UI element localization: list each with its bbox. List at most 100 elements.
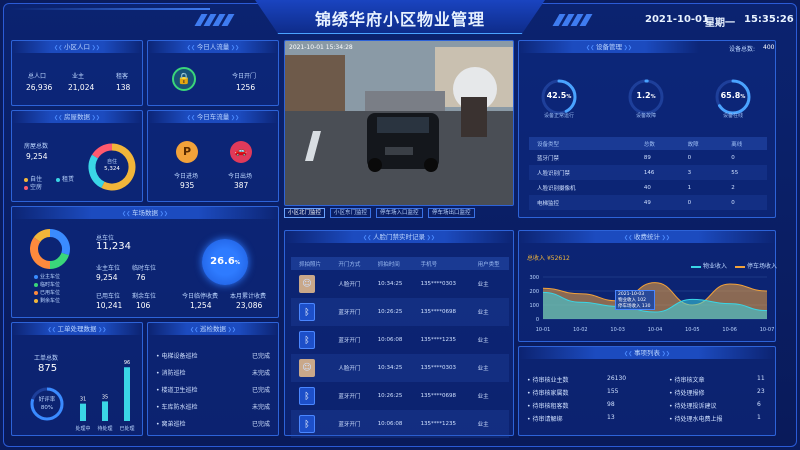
device-th-type: 设备类型 xyxy=(529,137,636,150)
parking-owner-label: 业主车位 xyxy=(96,265,121,272)
header-stripes-left xyxy=(194,14,250,26)
parking-left-label: 剩余车位 xyxy=(132,293,157,300)
matter-item[interactable]: • 待处理报修 xyxy=(669,388,704,397)
house-legend-2: 租赁 xyxy=(56,174,74,183)
parking-left-value: 106 xyxy=(136,301,151,310)
video-panel[interactable]: 2021-10-01 15:34:28 xyxy=(284,40,514,206)
device-title: 设备管理 xyxy=(519,41,699,53)
donut-slice xyxy=(49,252,70,269)
x-tick-label: 10-01 xyxy=(536,327,551,333)
gauge-online-pct: 65.8% xyxy=(720,91,746,100)
matter-count: 155 xyxy=(607,388,619,395)
workorder-bar-chart: 31 处理中 35 待处理 96 已处理 xyxy=(75,360,134,432)
income-title: 收费统计 xyxy=(519,231,775,243)
fee-month-value: 23,086 xyxy=(236,301,263,310)
matters-title: 事项列表 xyxy=(519,347,775,359)
x-tick-label: 10-04 xyxy=(648,327,663,333)
people-traffic-label: 今日开门 xyxy=(232,73,257,80)
bluetooth-icon: ᛒ xyxy=(299,303,315,321)
vehicle-in-value: 935 xyxy=(180,181,195,190)
tab-north-gate[interactable]: 小区北门监控 xyxy=(284,208,326,218)
access-title: 人脸门禁实时记录 xyxy=(285,231,513,243)
matter-count: 6 xyxy=(757,401,761,408)
gauge-online-label: 设备在线 xyxy=(722,113,743,119)
patrol-item: • 窝弟巡检 xyxy=(156,421,186,428)
header: 锦绣华府小区物业管理 2021-10-01 星期一 15:35:26 xyxy=(0,0,800,34)
table-row: 电梯监控 49 0 0 xyxy=(529,195,767,210)
house-legend-3: 空房 xyxy=(24,182,42,191)
patrol-item: • 消防巡检 xyxy=(156,370,186,377)
bar-value-label: 35 xyxy=(102,394,108,400)
satisfaction-value: 80% xyxy=(40,405,54,411)
donut-slice xyxy=(49,229,70,256)
device-total-label: 设备总数: xyxy=(729,46,756,53)
matter-item[interactable]: • 待处理水电费上报 xyxy=(669,414,722,423)
bar-category-label: 处理中 xyxy=(75,425,90,432)
bar-category-label: 待处理 xyxy=(97,425,112,432)
page-title: 锦绣华府小区物业管理 xyxy=(314,10,485,29)
table-row: 蓝牙门禁 89 0 0 xyxy=(537,154,735,162)
car-out-icon: 🚗 xyxy=(230,141,252,163)
patrol-status: 未完成 xyxy=(252,404,271,411)
tab-parking-exit[interactable]: 停车场出口监控 xyxy=(428,208,475,218)
donut-slice xyxy=(91,143,113,159)
matter-item[interactable]: • 待处理投诉建议 xyxy=(669,401,716,410)
tab-parking-entrance[interactable]: 停车场入口监控 xyxy=(376,208,423,218)
y-tick-label: 300 xyxy=(529,275,539,281)
lock-icon: 🔒 xyxy=(172,67,196,91)
table-row: ☺ 人脸开门 10:34:25 135****0303 业主 xyxy=(291,270,509,298)
patrol-item: • 电梯设备巡检 xyxy=(156,353,198,360)
patrol-item: • 车库防水巡检 xyxy=(156,404,198,411)
workorder-total-value: 875 xyxy=(38,363,58,374)
bar-value-label: 96 xyxy=(124,360,130,366)
bluetooth-icon: ᛒ xyxy=(299,387,315,405)
y-tick-label: 100 xyxy=(529,303,539,309)
face-photo-icon: ☺ xyxy=(299,359,315,377)
matter-item[interactable]: • 待审核家属数 xyxy=(527,388,568,397)
parking-owner-value: 9,254 xyxy=(96,273,118,282)
parking-donut-chart xyxy=(30,229,70,269)
header-weekday: 星期一 xyxy=(705,18,735,29)
house-total-label: 房屋总数 xyxy=(24,143,49,150)
y-tick-label: 0 xyxy=(536,317,539,323)
device-th-total: 总数 xyxy=(635,137,680,150)
parking-temp-value: 76 xyxy=(136,273,146,282)
matter-item[interactable]: • 待审核租客数 xyxy=(527,401,568,410)
matter-item[interactable]: • 待审核文章 xyxy=(669,375,704,384)
donut-slice xyxy=(33,229,51,243)
y-tick-label: 200 xyxy=(529,289,539,295)
access-panel: 人脸门禁实时记录 抓拍照片 开门方式 抓拍时间 手机号 用户类型 ☺人脸开门10… xyxy=(284,230,514,438)
patrol-status: 已完成 xyxy=(252,387,271,394)
matter-item[interactable]: • 待审核业主数 xyxy=(527,375,568,384)
income-panel: 收费统计 总收入 ¥52612 物业收入 停车场收入 300 200 100 0 10-… xyxy=(518,230,777,342)
table-row: ᛒ 蓝牙开门 10:06:08 135****1235 业主 xyxy=(291,326,509,354)
x-tick-label: 10-03 xyxy=(610,327,625,333)
video-timestamp: 2021-10-01 15:34:28 xyxy=(289,44,353,51)
patrol-status: 未完成 xyxy=(252,370,271,377)
population-total-label: 总人口 xyxy=(28,73,47,80)
access-th-user: 用户类型 xyxy=(469,257,509,270)
bar xyxy=(102,401,108,421)
patrol-panel: 巡检数据 • 电梯设备巡检已完成• 消防巡检未完成• 楼道卫生巡检已完成• 车库… xyxy=(147,322,279,436)
parking-legend-1: 业主车位 xyxy=(34,273,60,280)
vehicle-in-label: 今日进场 xyxy=(174,173,199,180)
income-total: 总收入 ¥52612 xyxy=(527,255,570,262)
population-tenant-label: 租客 xyxy=(116,73,129,80)
matter-item[interactable]: • 待审请解绑 xyxy=(527,414,562,423)
matter-count: 1 xyxy=(757,414,761,421)
patrol-title: 巡检数据 xyxy=(148,323,278,335)
bar xyxy=(124,367,130,421)
access-th-method: 开门方式 xyxy=(330,257,370,270)
vehicle-out-value: 387 xyxy=(234,181,249,190)
fee-today-value: 1,254 xyxy=(190,301,212,310)
patrol-status: 已完成 xyxy=(252,353,271,360)
tab-east-gate[interactable]: 小区东门监控 xyxy=(330,208,372,218)
face-photo-icon: ☺ xyxy=(299,275,315,293)
vehicle-traffic-title: 今日车流量 xyxy=(148,111,278,123)
patrol-status: 已完成 xyxy=(252,421,271,428)
gauge-normal-pct: 42.5% xyxy=(546,91,572,100)
matters-panel: 事项列表 • 待审核业主数 26130 • 待审核家属数 155 • 待审核租客数 98 •… xyxy=(518,346,776,436)
parking-temp-label: 临时车位 xyxy=(132,265,157,272)
gauge-normal-label: 设备正常运行 xyxy=(543,113,574,119)
matter-count: 98 xyxy=(607,401,615,408)
